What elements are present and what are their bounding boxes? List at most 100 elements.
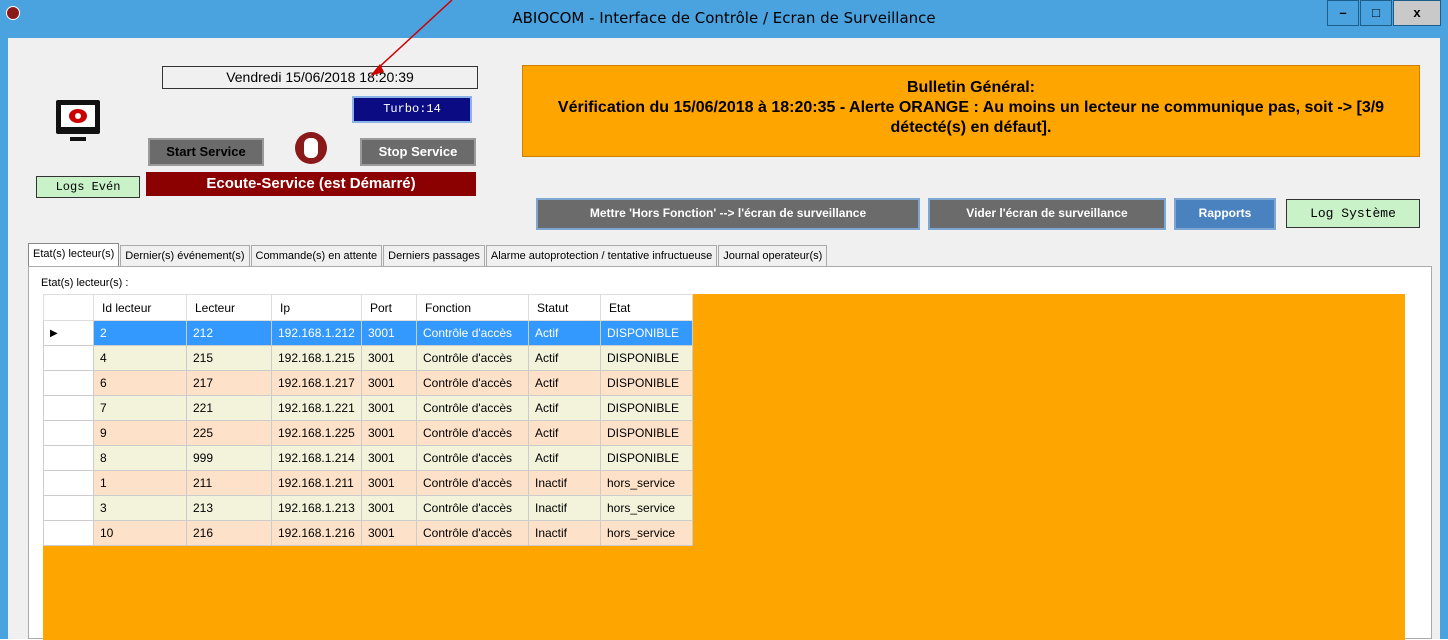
table-cell[interactable]: 192.168.1.213 (271, 495, 362, 521)
row-selector[interactable] (43, 470, 94, 496)
table-cell[interactable]: Actif (528, 445, 601, 471)
table-cell[interactable]: 192.168.1.216 (271, 520, 362, 546)
table-cell[interactable]: Actif (528, 320, 601, 346)
row-selector[interactable]: ▶ (43, 320, 94, 346)
table-cell[interactable]: DISPONIBLE (600, 370, 693, 396)
table-cell[interactable]: 213 (186, 495, 272, 521)
table-cell[interactable]: Inactif (528, 470, 601, 496)
table-cell[interactable]: DISPONIBLE (600, 420, 693, 446)
column-header[interactable]: Port (361, 294, 417, 321)
table-cell[interactable]: DISPONIBLE (600, 345, 693, 371)
tab-etat-lecteurs[interactable]: Etat(s) lecteur(s) (28, 243, 120, 267)
column-header[interactable]: Fonction (416, 294, 529, 321)
log-systeme-button[interactable]: Log Système (1286, 199, 1420, 228)
row-selector[interactable] (43, 420, 94, 446)
tab-derniers-passages[interactable]: Derniers passages (383, 245, 485, 267)
table-cell[interactable]: Actif (528, 345, 601, 371)
table-cell[interactable]: Contrôle d'accès (416, 470, 529, 496)
table-cell[interactable]: 215 (186, 345, 272, 371)
hors-fonction-button[interactable]: Mettre 'Hors Fonction' --> l'écran de su… (536, 198, 920, 230)
tab-derniers-evenements[interactable]: Dernier(s) événement(s) (120, 245, 250, 267)
table-row[interactable]: 10 216 192.168.1.216 3001 Contrôle d'accès In… (43, 520, 693, 546)
tab-commandes-attente[interactable]: Commande(s) en attente (250, 245, 383, 267)
table-row[interactable]: 6 217 192.168.1.217 3001 Contrôle d'accès Act… (43, 370, 693, 396)
table-cell[interactable]: 192.168.1.212 (271, 320, 362, 346)
column-header[interactable]: Lecteur (186, 294, 272, 321)
stop-service-button[interactable]: Stop Service (360, 138, 476, 166)
table-cell[interactable]: 221 (186, 395, 272, 421)
table-cell[interactable]: 999 (186, 445, 272, 471)
table-row[interactable]: 1 211 192.168.1.211 3001 Contrôle d'accès Ina… (43, 470, 693, 496)
row-selector[interactable] (43, 495, 94, 521)
table-row[interactable]: 7 221 192.168.1.221 3001 Contrôle d'accès Act… (43, 395, 693, 421)
row-selector[interactable] (43, 345, 94, 371)
table-cell[interactable]: 6 (93, 370, 187, 396)
table-cell[interactable]: hors_service (600, 495, 693, 521)
table-cell[interactable]: 192.168.1.221 (271, 395, 362, 421)
table-cell[interactable]: 3001 (361, 420, 417, 446)
close-button[interactable]: x (1393, 0, 1441, 26)
table-cell[interactable]: hors_service (600, 470, 693, 496)
table-cell[interactable]: hors_service (600, 520, 693, 546)
tab-journal-operateurs[interactable]: Journal operateur(s) (718, 245, 828, 267)
table-cell[interactable]: DISPONIBLE (600, 395, 693, 421)
readers-grid[interactable]: Id lecteur Lecteur Ip Port Fonction Stat… (43, 294, 693, 546)
table-cell[interactable]: 3001 (361, 395, 417, 421)
tab-alarme-autoprotection[interactable]: Alarme autoprotection / tentative infruc… (485, 245, 718, 267)
table-cell[interactable]: 192.168.1.217 (271, 370, 362, 396)
table-row[interactable]: ▶ 2 212 192.168.1.212 3001 Contrôle d'accès Ac… (43, 320, 693, 346)
rapports-button[interactable]: Rapports (1174, 198, 1276, 230)
table-cell[interactable]: 192.168.1.214 (271, 445, 362, 471)
table-cell[interactable]: Actif (528, 370, 601, 396)
table-cell[interactable]: 3001 (361, 345, 417, 371)
table-cell[interactable]: Contrôle d'accès (416, 445, 529, 471)
row-selector[interactable] (43, 520, 94, 546)
table-cell[interactable]: 192.168.1.225 (271, 420, 362, 446)
row-selector[interactable] (43, 370, 94, 396)
table-cell[interactable]: 217 (186, 370, 272, 396)
maximize-button[interactable]: □ (1360, 0, 1392, 26)
table-cell[interactable]: Actif (528, 395, 601, 421)
table-cell[interactable]: Actif (528, 420, 601, 446)
minimize-button[interactable]: – (1327, 0, 1359, 26)
table-cell[interactable]: Contrôle d'accès (416, 370, 529, 396)
row-selector[interactable] (43, 395, 94, 421)
table-cell[interactable]: 3001 (361, 370, 417, 396)
table-cell[interactable]: 3 (93, 495, 187, 521)
table-cell[interactable]: 212 (186, 320, 272, 346)
table-cell[interactable]: 3001 (361, 495, 417, 521)
table-cell[interactable]: Inactif (528, 495, 601, 521)
column-header[interactable]: Etat (600, 294, 693, 321)
table-cell[interactable]: 3001 (361, 320, 417, 346)
table-cell[interactable]: 216 (186, 520, 272, 546)
table-cell[interactable]: 9 (93, 420, 187, 446)
table-cell[interactable]: Contrôle d'accès (416, 495, 529, 521)
logs-events-button[interactable]: Logs Evén (36, 176, 140, 198)
table-row[interactable]: 4 215 192.168.1.215 3001 Contrôle d'accès Act… (43, 345, 693, 371)
table-cell[interactable]: DISPONIBLE (600, 445, 693, 471)
table-cell[interactable]: 3001 (361, 445, 417, 471)
table-cell[interactable]: 225 (186, 420, 272, 446)
start-service-button[interactable]: Start Service (148, 138, 264, 166)
table-cell[interactable]: 1 (93, 470, 187, 496)
table-cell[interactable]: Contrôle d'accès (416, 520, 529, 546)
table-cell[interactable]: 3001 (361, 470, 417, 496)
table-cell[interactable]: 4 (93, 345, 187, 371)
column-header[interactable]: Ip (271, 294, 362, 321)
table-cell[interactable]: Contrôle d'accès (416, 320, 529, 346)
table-cell[interactable]: 10 (93, 520, 187, 546)
row-selector[interactable] (43, 445, 94, 471)
table-cell[interactable]: Inactif (528, 520, 601, 546)
table-row[interactable]: 3 213 192.168.1.213 3001 Contrôle d'accès Ina… (43, 495, 693, 521)
column-header[interactable]: Id lecteur (93, 294, 187, 321)
table-cell[interactable]: 7 (93, 395, 187, 421)
table-cell[interactable]: 211 (186, 470, 272, 496)
table-cell[interactable]: Contrôle d'accès (416, 420, 529, 446)
table-cell[interactable]: 2 (93, 320, 187, 346)
table-cell[interactable]: Contrôle d'accès (416, 395, 529, 421)
table-cell[interactable]: 192.168.1.211 (271, 470, 362, 496)
table-row[interactable]: 8 999 192.168.1.214 3001 Contrôle d'accès Act… (43, 445, 693, 471)
vider-ecran-button[interactable]: Vider l'écran de surveillance (928, 198, 1166, 230)
table-row[interactable]: 9 225 192.168.1.225 3001 Contrôle d'accès Act… (43, 420, 693, 446)
table-cell[interactable]: 192.168.1.215 (271, 345, 362, 371)
